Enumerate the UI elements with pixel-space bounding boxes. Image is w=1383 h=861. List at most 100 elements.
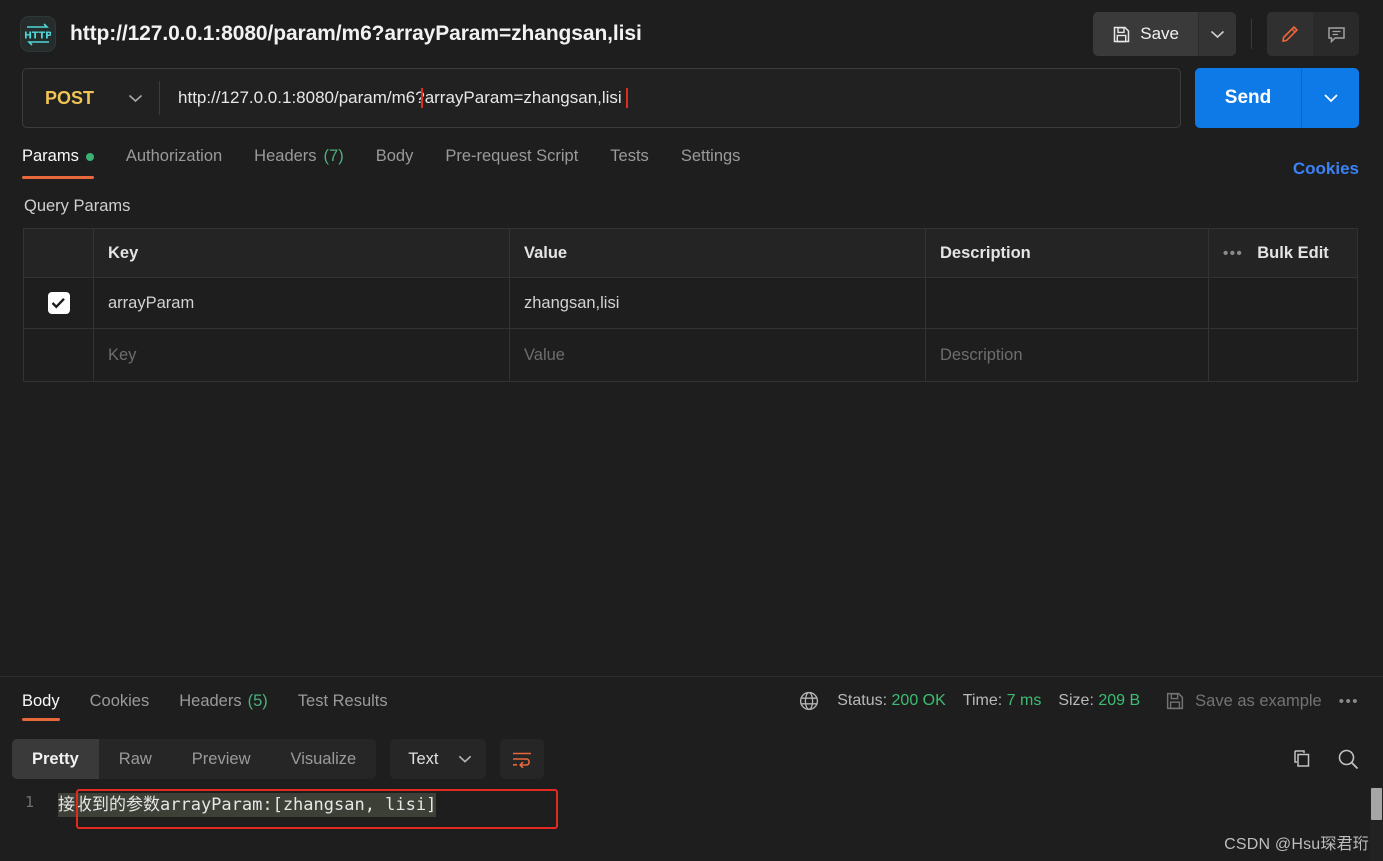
view-mode-pretty[interactable]: Pretty: [12, 739, 99, 779]
send-button-group: Send: [1195, 68, 1359, 128]
empty-row-checkbox-cell: [24, 329, 94, 381]
empty-row-key-input[interactable]: Key: [94, 329, 510, 381]
tab-pre-request-script[interactable]: Pre-request Script: [429, 134, 594, 179]
url-prefix: http://127.0.0.1:8080/param/m6?: [178, 88, 425, 107]
svg-text:HTTP: HTTP: [25, 31, 51, 42]
comments-button[interactable]: [1313, 12, 1359, 56]
response-body-line[interactable]: 接收到的参数arrayParam:[zhangsan, lisi]: [46, 787, 437, 837]
row-checkbox-cell: [24, 278, 94, 328]
params-modified-dot-icon: [85, 152, 94, 161]
floppy-disk-icon: [1165, 691, 1185, 711]
more-horizontal-icon[interactable]: •••: [1339, 693, 1359, 710]
save-options-button[interactable]: [1198, 12, 1236, 56]
globe-icon: [798, 690, 820, 712]
watermark: CSDN @Hsu琛君珩: [1224, 836, 1369, 853]
response-tab-cookies-label: Cookies: [89, 691, 150, 710]
postman-request-window: HTTP http://127.0.0.1:8080/param/m6?arra…: [0, 0, 1383, 861]
response-body-text: 接收到的参数arrayParam:[zhangsan, lisi]: [58, 793, 437, 817]
table-row[interactable]: arrayParam zhangsan,lisi: [24, 278, 1357, 329]
response-body-scrollbar-thumb[interactable]: [1371, 788, 1382, 820]
response-tab-body[interactable]: Body: [22, 677, 75, 725]
search-icon[interactable]: [1336, 747, 1361, 772]
chevron-down-icon: [1323, 93, 1339, 103]
chevron-down-icon: [1210, 30, 1225, 39]
response-tab-test-results[interactable]: Test Results: [283, 677, 403, 725]
edit-request-button[interactable]: [1267, 12, 1313, 56]
response-tab-cookies[interactable]: Cookies: [75, 677, 165, 725]
row-value-input[interactable]: zhangsan,lisi: [510, 278, 926, 328]
status-badge: Status: 200 OK: [837, 692, 946, 710]
response-tab-headers[interactable]: Headers (5): [164, 677, 283, 725]
chevron-down-icon: [128, 94, 143, 103]
more-horizontal-icon[interactable]: •••: [1223, 245, 1243, 262]
line-number-gutter: 1: [24, 793, 34, 811]
send-button[interactable]: Send: [1195, 68, 1301, 128]
viewer-right-actions: [1290, 747, 1361, 772]
floppy-disk-icon: [1112, 25, 1131, 44]
page-title: http://127.0.0.1:8080/param/m6?arrayPara…: [70, 22, 642, 45]
tab-authorization[interactable]: Authorization: [110, 134, 238, 179]
query-params-table: Key Value Description ••• Bulk Edit arra…: [23, 228, 1358, 382]
table-row-empty[interactable]: Key Value Description: [24, 329, 1357, 382]
response-tab-body-label: Body: [22, 691, 60, 710]
tab-body-label: Body: [375, 147, 414, 165]
view-mode-raw[interactable]: Raw: [99, 739, 172, 779]
tab-headers-label: Headers: [254, 147, 317, 165]
size-badge: Size: 209 B: [1058, 692, 1140, 710]
header-actions: Save: [1093, 12, 1359, 56]
row-description-input[interactable]: [926, 278, 1209, 328]
response-tab-bar: Body Cookies Headers (5) Test Results St…: [0, 677, 1383, 725]
tab-pre-request-script-label: Pre-request Script: [445, 147, 579, 165]
empty-row-actions-cell: [1209, 329, 1357, 381]
save-button[interactable]: Save: [1093, 12, 1198, 56]
tab-params-label: Params: [22, 147, 79, 165]
pencil-icon: [1279, 23, 1301, 45]
empty-row-value-input[interactable]: Value: [510, 329, 926, 381]
column-header-description: Description: [926, 229, 1209, 277]
response-tab-headers-count: (5): [247, 691, 268, 710]
tab-headers[interactable]: Headers (7): [238, 134, 360, 179]
view-mode-segmented-control: Pretty Raw Preview Visualize: [12, 739, 377, 779]
cookies-link[interactable]: Cookies: [1293, 159, 1359, 179]
save-as-example-label: Save as example: [1195, 691, 1322, 710]
send-options-button[interactable]: [1301, 68, 1359, 128]
tab-settings-label: Settings: [680, 147, 741, 165]
tab-authorization-label: Authorization: [125, 147, 223, 165]
time-badge: Time: 7 ms: [963, 692, 1042, 710]
tab-settings[interactable]: Settings: [665, 134, 757, 179]
save-as-example-button[interactable]: Save as example: [1165, 691, 1322, 711]
copy-icon[interactable]: [1290, 747, 1314, 771]
tab-tests-label: Tests: [610, 147, 649, 165]
word-wrap-icon: [511, 750, 533, 768]
comment-icon: [1326, 24, 1347, 45]
response-tab-test-results-label: Test Results: [297, 691, 388, 710]
http-protocol-icon: HTTP: [20, 16, 56, 52]
response-body-viewer[interactable]: 1 接收到的参数arrayParam:[zhangsan, lisi]: [0, 787, 1383, 837]
method-selector[interactable]: POST: [23, 69, 159, 127]
view-mode-visualize[interactable]: Visualize: [270, 739, 376, 779]
size-value: 209 B: [1098, 692, 1141, 709]
save-button-label: Save: [1140, 24, 1179, 43]
view-mode-preview[interactable]: Preview: [172, 739, 271, 779]
column-header-value: Value: [510, 229, 926, 277]
bulk-edit-cell: ••• Bulk Edit: [1209, 229, 1357, 277]
word-wrap-toggle[interactable]: [500, 739, 545, 779]
tab-tests[interactable]: Tests: [594, 134, 665, 179]
status-label: Status:: [837, 692, 888, 709]
tab-params[interactable]: Params: [22, 134, 110, 179]
response-meta: Status: 200 OK Time: 7 ms Size: 209 B Sa…: [798, 690, 1359, 712]
empty-row-description-input[interactable]: Description: [926, 329, 1209, 381]
response-tab-headers-label: Headers: [179, 691, 242, 710]
time-value: 7 ms: [1006, 692, 1042, 709]
tab-body[interactable]: Body: [360, 134, 430, 179]
bulk-edit-label[interactable]: Bulk Edit: [1257, 244, 1329, 263]
row-enabled-checkbox[interactable]: [47, 292, 70, 314]
row-key-input[interactable]: arrayParam: [94, 278, 510, 328]
row-actions-cell: [1209, 278, 1357, 328]
url-input[interactable]: http://127.0.0.1:8080/param/m6?arrayPara…: [160, 88, 1180, 108]
method-label: POST: [45, 87, 95, 108]
response-format-select[interactable]: Text: [390, 739, 487, 779]
request-tab-bar: Params Authorization Headers (7) Body Pr…: [0, 134, 1383, 179]
url-query-annotated: arrayParam=zhangsan,lisi: [420, 88, 628, 108]
status-value: 200 OK: [891, 692, 946, 709]
